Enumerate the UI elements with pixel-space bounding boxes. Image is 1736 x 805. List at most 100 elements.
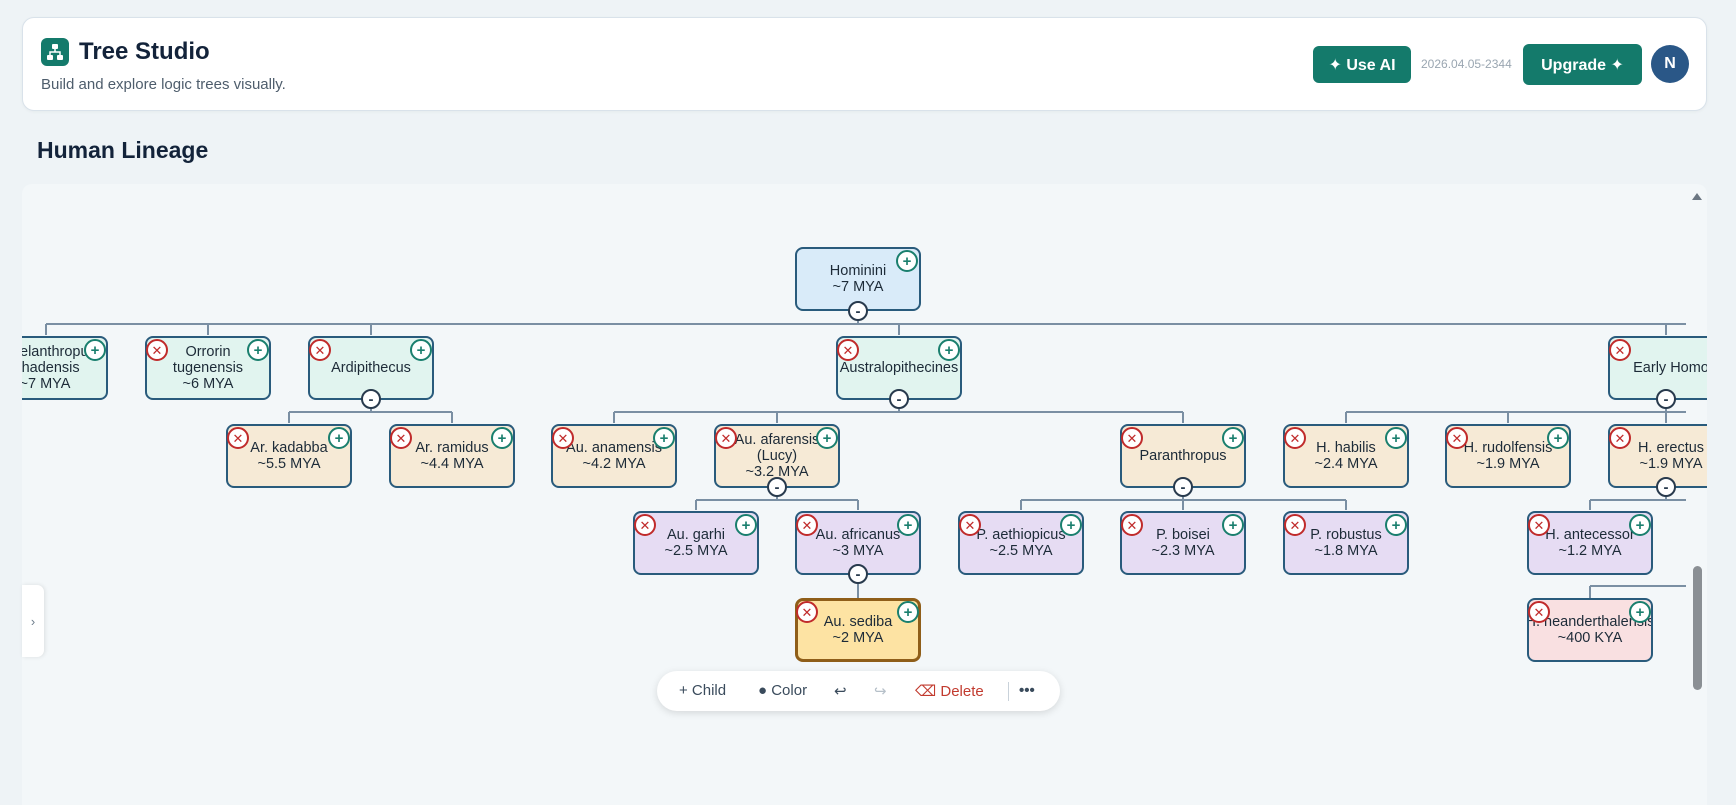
delete-node-icon[interactable]: ✕ [1528, 601, 1550, 623]
node-label: (Lucy) [756, 448, 798, 464]
node-date: ~2.5 MYA [664, 543, 728, 559]
delete-node-icon[interactable]: ✕ [796, 601, 818, 623]
collapse-icon[interactable]: - [1173, 477, 1193, 497]
node-label: H. habilis [1316, 440, 1376, 456]
delete-node-icon[interactable]: ✕ [1446, 427, 1468, 449]
node-date: ~1.8 MYA [1314, 543, 1378, 559]
app-subtitle: Build and explore logic trees visually. [41, 76, 286, 93]
collapse-icon[interactable]: - [767, 477, 787, 497]
node-label: Au. africanus [815, 527, 901, 543]
node-label: Australopithecines [839, 360, 959, 376]
version-label: 2026.04.05-2344 [1421, 57, 1512, 71]
delete-node-icon[interactable]: ✕ [1284, 427, 1306, 449]
add-child-button[interactable]: + Child [679, 682, 726, 699]
add-child-icon[interactable]: + [735, 514, 757, 536]
add-child-icon[interactable]: + [1060, 514, 1082, 536]
redo-button[interactable]: ↪ [874, 682, 887, 700]
delete-node-icon[interactable]: ✕ [837, 339, 859, 361]
delete-node-icon[interactable]: ✕ [227, 427, 249, 449]
node-label: H. erectus [1637, 440, 1705, 456]
node-date: ~1.9 MYA [1639, 456, 1703, 472]
collapse-icon[interactable]: - [361, 389, 381, 409]
delete-node-icon[interactable]: ✕ [1609, 427, 1631, 449]
node-date: ~2.5 MYA [989, 543, 1053, 559]
node-label: H. rudolfensis [1463, 440, 1553, 456]
add-child-icon[interactable]: + [247, 339, 269, 361]
avatar[interactable]: N [1651, 45, 1689, 83]
node-label: Au. sediba [823, 614, 893, 630]
add-child-icon[interactable]: + [410, 339, 432, 361]
node-label: P. aethiopicus [976, 527, 1066, 543]
collapse-icon[interactable]: - [889, 389, 909, 409]
delete-node-icon[interactable]: ✕ [959, 514, 981, 536]
delete-button[interactable]: ⌫ Delete [915, 682, 984, 700]
delete-node-icon[interactable]: ✕ [1528, 514, 1550, 536]
add-child-icon[interactable]: + [1385, 427, 1407, 449]
tree-canvas[interactable]: Hominini ~7 MYA + - Sahelanthropus tchad… [22, 184, 1707, 805]
node-date: ~5.5 MYA [257, 456, 321, 472]
node-date: ~4.2 MYA [582, 456, 646, 472]
collapse-icon[interactable]: - [1656, 477, 1676, 497]
add-child-icon[interactable]: + [1629, 514, 1651, 536]
node-date: ~1.9 MYA [1476, 456, 1540, 472]
use-ai-button[interactable]: ✦ Use AI [1313, 46, 1411, 83]
add-child-icon[interactable]: + [653, 427, 675, 449]
node-date: ~2.3 MYA [1151, 543, 1215, 559]
delete-node-icon[interactable]: ✕ [1121, 427, 1143, 449]
node-date: ~400 KYA [1557, 630, 1623, 646]
node-toolbar: + Child ● Color ↩ ↪ ⌫ Delete ••• [657, 671, 1060, 711]
add-child-icon[interactable]: + [328, 427, 350, 449]
add-child-icon[interactable]: + [896, 250, 918, 272]
node-label: Hominini [829, 263, 887, 279]
node-label: Orrorin [185, 344, 231, 360]
node-date: ~2 MYA [832, 630, 884, 646]
color-button[interactable]: ● Color [758, 682, 807, 699]
delete-node-icon[interactable]: ✕ [309, 339, 331, 361]
delete-node-icon[interactable]: ✕ [390, 427, 412, 449]
node-label: Au. afarensis [734, 432, 820, 448]
tree-title: Human Lineage [37, 137, 209, 163]
node-label: Early Homo [1633, 360, 1707, 376]
delete-node-icon[interactable]: ✕ [1609, 339, 1631, 361]
delete-node-icon[interactable]: ✕ [715, 427, 737, 449]
undo-button[interactable]: ↩ [834, 682, 847, 700]
add-child-icon[interactable]: + [938, 339, 960, 361]
node-label: Au. garhi [666, 527, 726, 543]
add-child-icon[interactable]: + [1385, 514, 1407, 536]
add-child-icon[interactable]: + [816, 427, 838, 449]
node-label: Au. anamensis [566, 440, 662, 456]
add-child-icon[interactable]: + [1629, 601, 1651, 623]
delete-node-icon[interactable]: ✕ [552, 427, 574, 449]
add-child-icon[interactable]: + [1222, 427, 1244, 449]
node-date: ~7 MYA [22, 376, 71, 392]
node-label: H. antecessor [1545, 527, 1635, 543]
delete-node-icon[interactable]: ✕ [1121, 514, 1143, 536]
delete-node-icon[interactable]: ✕ [1284, 514, 1306, 536]
node-date: ~7 MYA [832, 279, 884, 295]
delete-node-icon[interactable]: ✕ [634, 514, 656, 536]
node-label: P. robustus [1310, 527, 1382, 543]
add-child-icon[interactable]: + [897, 601, 919, 623]
collapse-icon[interactable]: - [848, 301, 868, 321]
delete-node-icon[interactable]: ✕ [146, 339, 168, 361]
collapse-icon[interactable]: - [1656, 389, 1676, 409]
upgrade-button[interactable]: Upgrade ✦ [1523, 44, 1642, 85]
delete-node-icon[interactable]: ✕ [796, 514, 818, 536]
add-child-icon[interactable]: + [1547, 427, 1569, 449]
vertical-scrollbar-thumb[interactable] [1693, 566, 1702, 690]
node-label: P. boisei [1156, 527, 1210, 543]
node-date: ~3 MYA [832, 543, 884, 559]
add-child-icon[interactable]: + [491, 427, 513, 449]
add-child-icon[interactable]: + [897, 514, 919, 536]
more-options-button[interactable]: ••• [1019, 682, 1035, 699]
collapse-icon[interactable]: - [848, 564, 868, 584]
node-label: Paranthropus [1139, 448, 1227, 464]
scroll-up-icon[interactable] [1691, 191, 1703, 201]
node-date: ~6 MYA [182, 376, 234, 392]
node-date: ~4.4 MYA [420, 456, 484, 472]
sidebar-toggle-button[interactable]: › [22, 585, 44, 657]
app-header: Tree Studio Build and explore logic tree… [22, 17, 1707, 111]
add-child-icon[interactable]: + [1222, 514, 1244, 536]
node-date: ~1.2 MYA [1558, 543, 1622, 559]
add-child-icon[interactable]: + [84, 339, 106, 361]
